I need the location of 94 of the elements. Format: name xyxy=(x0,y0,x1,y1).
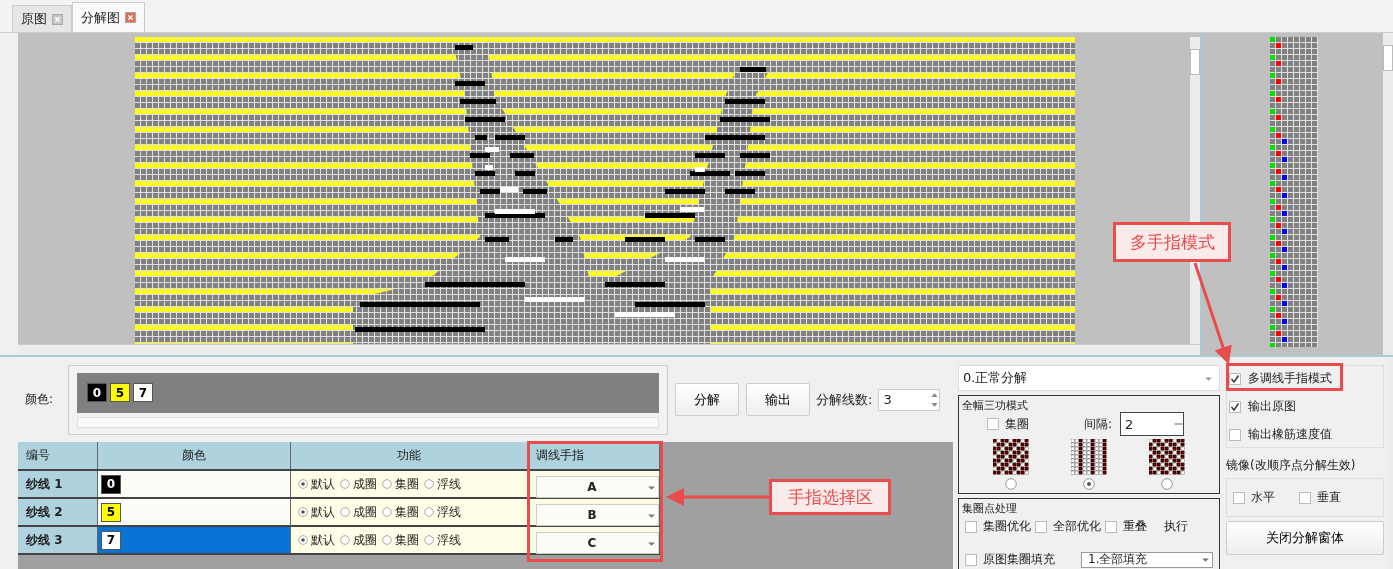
group-title: 集圈点处理 xyxy=(962,502,1017,515)
scrollbar[interactable] xyxy=(1383,33,1393,355)
row-header: 纱线 2 xyxy=(18,499,98,525)
radio-label[interactable]: 浮线 xyxy=(437,531,461,549)
action-button[interactable]: 输出 xyxy=(746,383,810,416)
radio-button[interactable] xyxy=(382,535,392,545)
close-icon[interactable] xyxy=(125,12,136,23)
checkbox[interactable] xyxy=(965,520,977,533)
row-header: 纱线 1 xyxy=(18,471,98,497)
finger-dropdown[interactable]: C xyxy=(536,532,659,554)
radio-label[interactable]: 成圈 xyxy=(353,503,377,521)
pattern-radio[interactable] xyxy=(1161,478,1173,490)
radio-label[interactable]: 默认 xyxy=(311,531,335,549)
color-chip[interactable]: 7 xyxy=(133,383,153,402)
color-chip: 0 xyxy=(101,474,121,494)
color-chip: 5 xyxy=(101,502,121,522)
color-cell[interactable]: 0 xyxy=(98,471,291,497)
row-header: 纱线 3 xyxy=(18,527,98,553)
radio-label[interactable]: 浮线 xyxy=(437,503,461,521)
radio-button[interactable] xyxy=(424,507,434,517)
scrollbar[interactable] xyxy=(18,344,1200,355)
radio-label[interactable]: 浮线 xyxy=(437,475,461,493)
radio-label[interactable]: 默认 xyxy=(311,475,335,493)
pattern-radio[interactable] xyxy=(1005,478,1017,490)
close-icon[interactable] xyxy=(52,13,63,25)
weave-pattern-icon xyxy=(993,439,1029,475)
radio-button[interactable] xyxy=(340,535,350,545)
checkbox-label[interactable]: 输出原图 xyxy=(1248,398,1296,415)
radio-button[interactable] xyxy=(298,479,308,489)
annotation-label: 多手指模式 xyxy=(1113,222,1231,262)
group-title: 全幅三功模式 xyxy=(962,399,1028,412)
radio-button[interactable] xyxy=(298,535,308,545)
close-window-button[interactable]: 关闭分解窗体 xyxy=(1226,521,1384,555)
radio-button[interactable] xyxy=(424,535,434,545)
color-chip[interactable]: 0 xyxy=(87,383,107,402)
execute-button[interactable]: 执行 xyxy=(1164,518,1188,535)
scrollbar[interactable] xyxy=(77,416,659,428)
color-chip[interactable]: 5 xyxy=(110,383,130,402)
pattern-radio[interactable] xyxy=(1083,478,1095,490)
checkbox-label[interactable]: 重叠 xyxy=(1123,518,1147,535)
checkbox[interactable] xyxy=(1299,491,1311,504)
radio-label[interactable]: 集圈 xyxy=(395,475,419,493)
annotation-label: 手指选择区 xyxy=(769,479,891,515)
radio-button[interactable] xyxy=(298,507,308,517)
weave-pattern-icon xyxy=(1071,439,1107,475)
color-cell[interactable]: 5 xyxy=(98,499,291,525)
fill-dropdown[interactable]: 1.全部填充 xyxy=(1081,551,1213,568)
checkbox-label[interactable]: 全部优化 xyxy=(1053,518,1101,535)
checkbox[interactable] xyxy=(1229,372,1241,385)
scrollbar[interactable] xyxy=(1388,357,1393,569)
mirror-title: 镜像(改顺序点分解生效) xyxy=(1226,457,1357,474)
checkbox[interactable] xyxy=(1229,400,1241,413)
color-chip: 7 xyxy=(101,530,121,550)
checkbox[interactable] xyxy=(1035,520,1047,533)
color-label: 颜色: xyxy=(25,391,55,408)
radio-label[interactable]: 成圈 xyxy=(353,475,377,493)
checkbox-label[interactable]: 多调线手指模式 xyxy=(1248,370,1332,387)
checkbox-label[interactable]: 集圈优化 xyxy=(983,518,1031,535)
column-header: 调线手指 xyxy=(528,442,660,469)
thread-count-label: 分解线数: xyxy=(816,390,873,409)
weave-pattern-icon xyxy=(1149,439,1185,475)
mode-dropdown[interactable]: 0.正常分解 xyxy=(958,365,1220,391)
interval-label: 间隔: xyxy=(1084,415,1113,433)
checkbox[interactable] xyxy=(1229,428,1241,441)
radio-button[interactable] xyxy=(340,507,350,517)
radio-button[interactable] xyxy=(340,479,350,489)
column-header: 编号 xyxy=(18,442,98,469)
finger-dropdown[interactable]: B xyxy=(536,504,659,526)
checkbox[interactable] xyxy=(987,418,999,430)
interval-spinbox[interactable]: 2 xyxy=(1120,412,1185,436)
finger-dropdown[interactable]: A xyxy=(536,476,659,498)
action-button[interactable]: 分解 xyxy=(675,383,739,416)
checkbox-label[interactable]: 输出橡筋速度值 xyxy=(1248,426,1332,443)
radio-button[interactable] xyxy=(382,479,392,489)
radio-label[interactable]: 集圈 xyxy=(395,503,419,521)
radio-button[interactable] xyxy=(424,479,434,489)
checkbox[interactable] xyxy=(1233,491,1245,504)
checkbox-label[interactable]: 水平 xyxy=(1251,489,1275,506)
caret-icon[interactable] xyxy=(1201,555,1210,564)
checkbox[interactable] xyxy=(1105,520,1117,533)
column-header: 功能 xyxy=(291,442,529,469)
radio-label[interactable]: 默认 xyxy=(311,503,335,521)
tab[interactable]: 原图 xyxy=(12,5,72,32)
checkbox-label[interactable]: 集圈 xyxy=(1005,415,1029,433)
tab[interactable]: 分解图 xyxy=(72,2,145,32)
radio-label[interactable]: 成圈 xyxy=(353,531,377,549)
checkbox[interactable] xyxy=(965,553,977,566)
checkbox-label[interactable]: 原图集圈填充 xyxy=(983,551,1055,568)
radio-button[interactable] xyxy=(382,507,392,517)
color-cell[interactable]: 7 xyxy=(98,527,291,553)
thread-count-spinbox[interactable]: 3 xyxy=(878,388,941,411)
column-header: 颜色 xyxy=(97,442,292,469)
checkbox-label[interactable]: 垂直 xyxy=(1317,489,1341,506)
radio-label[interactable]: 集圈 xyxy=(395,531,419,549)
